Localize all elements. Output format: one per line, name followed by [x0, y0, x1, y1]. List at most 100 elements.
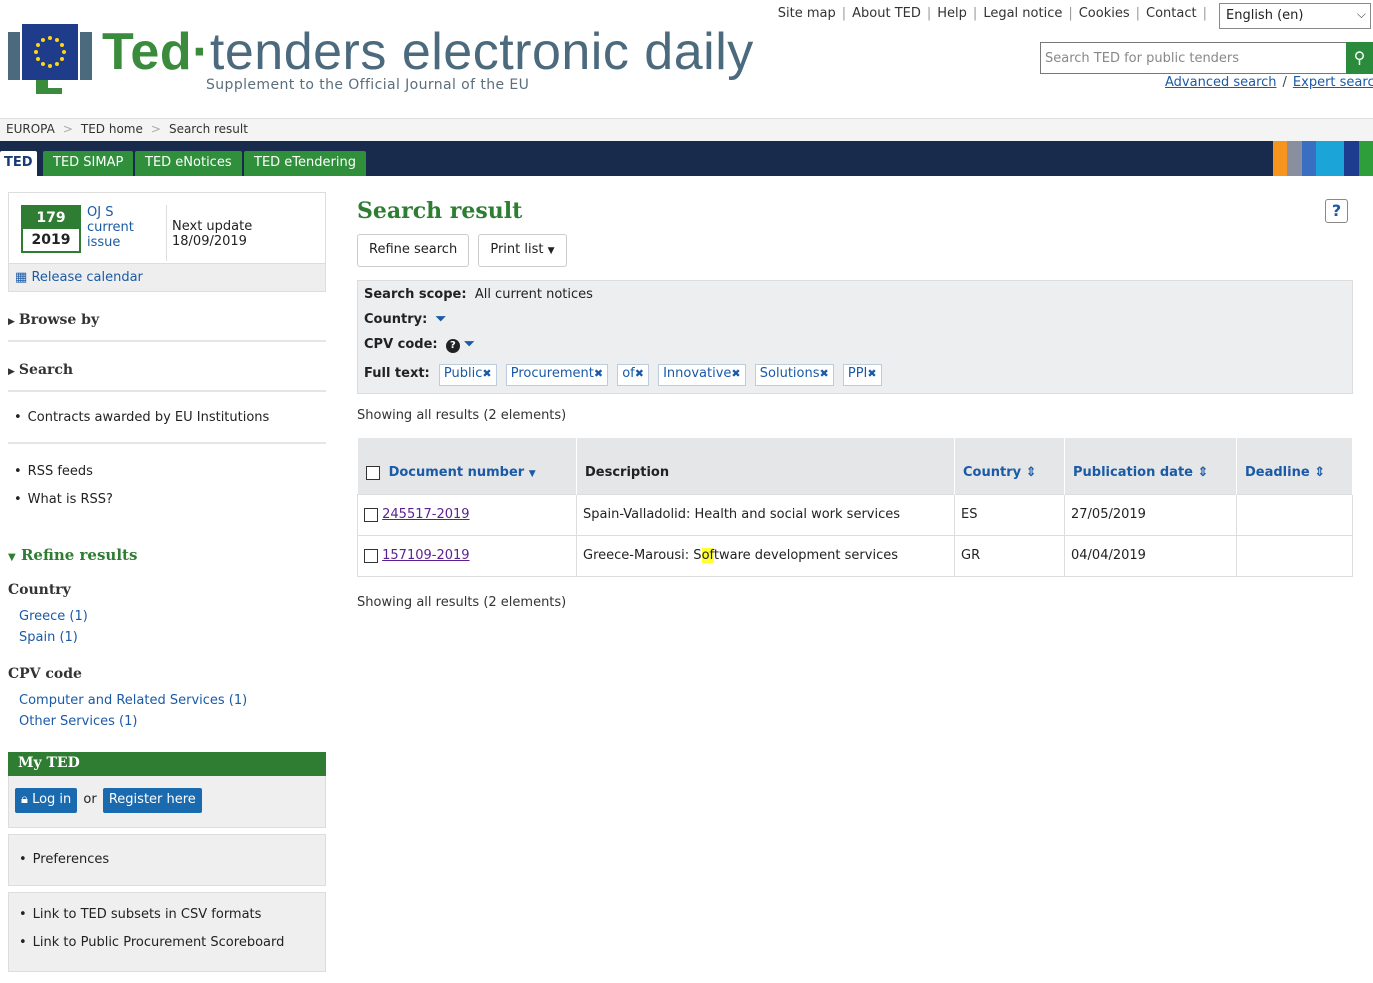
tab-ted[interactable]: TED — [0, 151, 37, 176]
cell-document: 245517-2019 — [357, 493, 577, 536]
scoreboard-link[interactable]: Link to Public Procurement Scoreboard — [19, 929, 315, 957]
row-checkbox[interactable] — [364, 548, 378, 563]
chip-procurement[interactable]: Procurement✖ — [505, 364, 609, 386]
caret-right-icon: ▶ — [8, 367, 15, 377]
search-bar: ⚲ — [1040, 42, 1373, 74]
sort-desc-icon: ▼ — [528, 469, 536, 480]
remove-icon[interactable]: ✖ — [594, 367, 603, 380]
sidebar: 179 2019 OJ S current issue Next update … — [8, 192, 326, 972]
divider — [166, 205, 167, 261]
tab-ted-simap[interactable]: TED SIMAP — [43, 151, 134, 176]
what-is-rss-link[interactable]: What is RSS? — [14, 486, 326, 514]
fulltext-line: Full text: Public✖ Procurement✖ of✖ Inno… — [364, 364, 1346, 389]
chip-public[interactable]: Public✖ — [438, 364, 497, 386]
filter-icon[interactable]: ⏷ — [436, 312, 446, 327]
col-country[interactable]: Country ⇕ — [954, 438, 1065, 494]
help-icon[interactable]: ? — [1325, 199, 1348, 223]
register-button[interactable]: Register here — [102, 788, 202, 813]
cpv-line: CPV code: ? ⏷ — [364, 337, 475, 353]
refine-search-button[interactable]: Refine search — [357, 234, 470, 267]
remove-icon[interactable]: ✖ — [731, 367, 740, 380]
eu-flag-logo-icon[interactable] — [8, 24, 92, 96]
document-link[interactable]: 157109-2019 — [382, 548, 469, 563]
facet-country-greece[interactable]: Greece (1) — [19, 606, 326, 627]
cell-description: Spain-Valladolid: Health and social work… — [576, 493, 955, 536]
document-link[interactable]: 245517-2019 — [382, 507, 469, 522]
eu-institutions-list: Contracts awarded by EU Institutions — [8, 392, 326, 444]
color-stripe — [1287, 141, 1302, 176]
main-content: Search result ? Refine search Print list… — [357, 192, 1353, 613]
remove-icon[interactable]: ✖ — [867, 367, 876, 380]
caret-down-icon: ▼ — [8, 552, 16, 563]
site-header: Ted·tenders electronic daily Supplement … — [0, 0, 1373, 118]
brand-title[interactable]: Ted·tenders electronic daily — [102, 22, 754, 82]
caret-down-icon: ▼ — [547, 246, 555, 256]
print-list-button[interactable]: Print list ▼ — [478, 234, 567, 267]
row-checkbox[interactable] — [364, 507, 378, 522]
csv-subsets-link[interactable]: Link to TED subsets in CSV formats — [19, 901, 315, 929]
site-map-link[interactable]: Site map — [778, 6, 836, 21]
next-update: Next update 18/09/2019 — [172, 219, 253, 249]
advanced-search-link[interactable]: Advanced search — [1165, 75, 1277, 90]
refine-results-toggle[interactable]: ▼ Refine results — [8, 546, 326, 564]
preferences-link[interactable]: Preferences — [19, 846, 315, 874]
search-button[interactable]: ⚲ — [1346, 42, 1373, 74]
remove-icon[interactable]: ✖ — [482, 367, 491, 380]
facet-cpv-heading: CPV code — [8, 666, 82, 682]
oj-issue-badge[interactable]: 179 2019 — [21, 205, 81, 253]
next-update-date: 18/09/2019 — [172, 234, 247, 249]
country-line: Country: ⏷ — [364, 312, 446, 327]
chip-ppi[interactable]: PPI✖ — [842, 364, 882, 386]
table-header-row: Document number ▼ Description Country ⇕ … — [357, 438, 1353, 494]
login-button[interactable]: 🔒︎ Log in — [15, 788, 78, 813]
language-select[interactable]: English (en) ⌵ — [1219, 3, 1371, 29]
calendar-icon: ▦ — [15, 270, 28, 285]
col-publication-date[interactable]: Publication date ⇕ — [1064, 438, 1237, 494]
help-link[interactable]: Help — [937, 6, 967, 21]
sort-icon: ⇕ — [1197, 465, 1209, 481]
breadcrumb-ted-home[interactable]: TED home — [81, 122, 143, 136]
color-stripe — [1301, 141, 1316, 176]
contracts-awarded-link[interactable]: Contracts awarded by EU Institutions — [14, 404, 326, 432]
facet-country-list: Greece (1) Spain (1) — [8, 606, 326, 648]
cookies-link[interactable]: Cookies — [1079, 6, 1130, 21]
question-icon[interactable]: ? — [445, 339, 460, 353]
cell-deadline — [1236, 493, 1353, 536]
top-links: Site map | About TED | Help | Legal notice | Coo… — [777, 6, 1207, 21]
filter-icon[interactable]: ⏷ — [464, 337, 474, 352]
facet-country-spain[interactable]: Spain (1) — [19, 627, 326, 648]
release-calendar-link[interactable]: ▦ Release calendar — [9, 263, 325, 291]
remove-icon[interactable]: ✖ — [635, 367, 644, 380]
facet-cpv-computer[interactable]: Computer and Related Services (1) — [19, 690, 326, 711]
color-stripe — [1358, 141, 1373, 176]
col-deadline[interactable]: Deadline ⇕ — [1236, 438, 1353, 494]
remove-icon[interactable]: ✖ — [820, 367, 829, 380]
legal-notice-link[interactable]: Legal notice — [983, 6, 1062, 21]
rss-feeds-link[interactable]: RSS feeds — [14, 458, 326, 486]
chip-innovative[interactable]: Innovative✖ — [658, 364, 746, 386]
chip-of[interactable]: of✖ — [617, 364, 649, 386]
results-table: Document number ▼ Description Country ⇕ … — [357, 438, 1353, 577]
tab-ted-enotices[interactable]: TED eNotices — [135, 151, 242, 176]
about-ted-link[interactable]: About TED — [852, 6, 921, 21]
table-row: 245517-2019 Spain-Valladolid: Health and… — [357, 493, 1353, 536]
breadcrumb: EUROPA > TED home > Search result — [0, 118, 1373, 141]
oj-current-issue-link[interactable]: OJ S current issue — [87, 205, 147, 250]
search-options: Advanced search/Expert search — [1165, 75, 1373, 90]
col-description: Description — [576, 438, 955, 494]
color-stripe — [1330, 141, 1345, 176]
col-document-number[interactable]: Document number ▼ — [357, 438, 577, 494]
contact-link[interactable]: Contact — [1146, 6, 1197, 21]
tab-ted-etendering[interactable]: TED eTendering — [244, 151, 366, 176]
breadcrumb-europa[interactable]: EUROPA — [6, 122, 55, 136]
oj-current-issue-box: 179 2019 OJ S current issue Next update … — [8, 192, 326, 292]
select-all-checkbox[interactable] — [365, 465, 380, 480]
search-input[interactable] — [1040, 42, 1348, 74]
cell-document: 157109-2019 — [357, 534, 577, 577]
expert-search-link[interactable]: Expert search — [1293, 75, 1373, 90]
chip-solutions[interactable]: Solutions✖ — [754, 364, 834, 386]
cell-description: Greece-Marousi: Software development ser… — [576, 534, 955, 577]
facet-cpv-other[interactable]: Other Services (1) — [19, 711, 326, 732]
browse-by-toggle[interactable]: ▶ Browse by — [8, 292, 326, 342]
search-toggle[interactable]: ▶ Search — [8, 342, 326, 392]
